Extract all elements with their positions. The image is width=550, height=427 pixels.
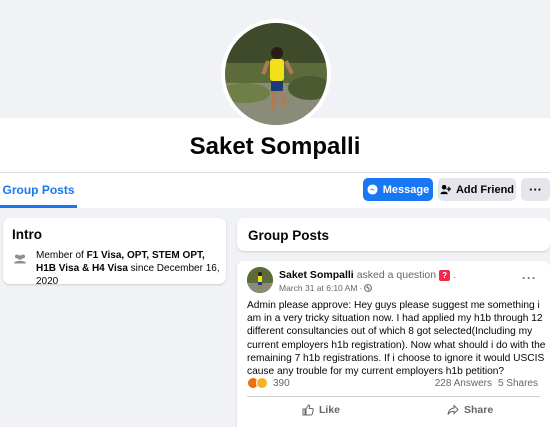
profile-header: Saket Sompalli Group Posts Message Add F…	[0, 0, 550, 208]
answers-count[interactable]: 228 Answers	[435, 378, 492, 389]
intro-membership-text: Member of F1 Visa, OPT, STEM OPT, H1B Vi…	[36, 249, 222, 288]
question-badge-icon: ?	[439, 269, 451, 281]
header-divider	[0, 172, 550, 173]
post-header: Saket Sompalli asked a question ? .	[279, 269, 456, 281]
reaction-count: 390	[273, 377, 290, 389]
intro-member-prefix: Member of	[36, 250, 87, 261]
tab-group-posts-label: Group Posts	[2, 183, 75, 197]
profile-name: Saket Sompalli	[189, 133, 361, 160]
add-friend-button-label: Add Friend	[455, 183, 515, 196]
post-actions-divider	[247, 396, 540, 397]
intro-title: Intro	[12, 227, 42, 242]
profile-avatar[interactable]	[221, 19, 331, 129]
post-action-suffix: .	[453, 269, 457, 281]
intro-card: Intro Member of F1 Visa, OPT, STEM OPT, …	[3, 218, 226, 287]
post-date-separator: ·	[359, 283, 363, 293]
more-options-button[interactable]: ···	[521, 178, 550, 201]
post-body-text: Admin please approve: Hey guys please su…	[247, 300, 546, 378]
tab-active-indicator	[0, 205, 77, 208]
more-options-label: ···	[529, 182, 542, 197]
like-button-label: Like	[319, 404, 341, 416]
post-author-avatar[interactable]	[247, 267, 273, 293]
message-button[interactable]: Message	[363, 178, 433, 201]
message-button-label: Message	[382, 183, 430, 196]
globe-icon	[364, 284, 373, 292]
profile-photo	[225, 23, 327, 125]
post-action-text: asked a question	[356, 269, 437, 281]
tab-group-posts[interactable]: Group Posts	[0, 173, 77, 208]
share-button[interactable]: Share	[447, 404, 493, 416]
share-arrow-icon	[447, 404, 459, 415]
like-button[interactable]: Like	[302, 404, 340, 416]
care-reaction-icon	[256, 377, 268, 389]
group-posts-title: Group Posts	[248, 228, 330, 243]
messenger-icon	[367, 184, 378, 195]
post-reactions[interactable]: 390	[247, 377, 290, 389]
post-card: Saket Sompalli asked a question ? . Marc…	[237, 261, 550, 427]
add-friend-button[interactable]: Add Friend	[438, 178, 516, 201]
post-author-name[interactable]: Saket Sompalli	[279, 269, 354, 281]
group-members-icon	[14, 254, 26, 264]
shares-count[interactable]: 5 Shares	[498, 378, 538, 389]
post-timestamp: March 31 at 6:10 AM ·	[279, 283, 373, 293]
post-more-button[interactable]: ···	[522, 271, 537, 285]
share-button-label: Share	[464, 404, 494, 416]
post-date-text[interactable]: March 31 at 6:10 AM	[279, 283, 357, 293]
group-posts-header-card: Group Posts	[237, 218, 550, 251]
thumbs-up-icon	[302, 404, 314, 416]
post-engagement-counts: 228 Answers 5 Shares	[435, 378, 538, 389]
post-author-photo	[247, 267, 273, 293]
add-friend-icon	[440, 184, 451, 195]
